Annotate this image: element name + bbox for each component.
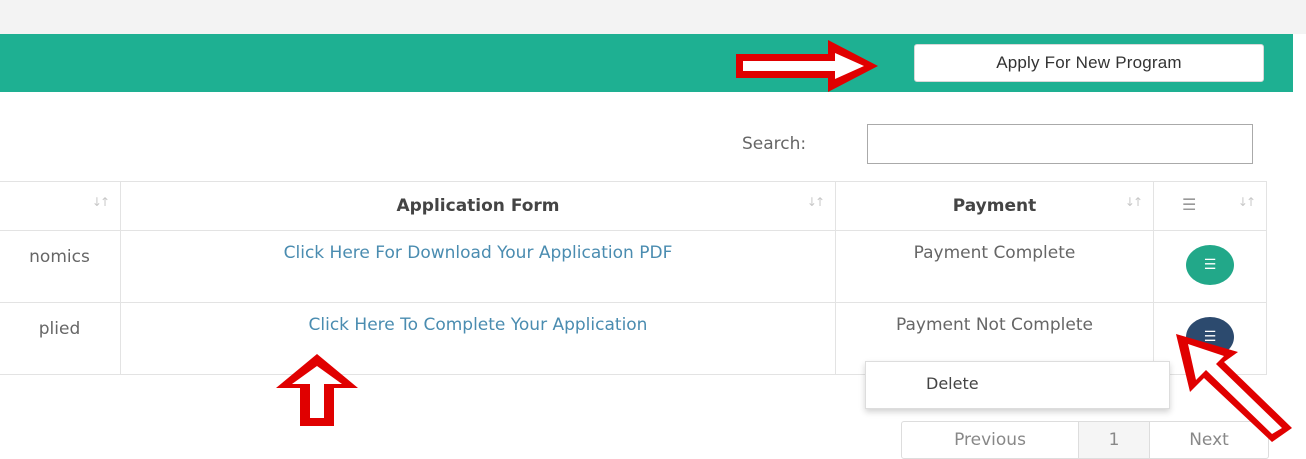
complete-application-link[interactable]: Click Here To Complete Your Application [121, 303, 835, 338]
program-name-cell: nomics [29, 247, 90, 267]
top-strip [0, 0, 1306, 34]
row-action-dropdown: Delete [865, 361, 1170, 409]
page-1-button[interactable]: 1 [1079, 422, 1150, 458]
search-input[interactable] [867, 124, 1253, 164]
column-header-name[interactable]: ↓↑ [0, 181, 121, 231]
sort-icon: ↓↑ [1237, 195, 1256, 209]
download-application-link[interactable]: Click Here For Download Your Application… [121, 231, 835, 266]
delete-menu-item[interactable]: Delete [926, 374, 979, 393]
sort-icon: ↓↑ [806, 195, 825, 209]
column-header-payment[interactable]: Payment ↓↑ [835, 181, 1154, 231]
payment-status: Payment Not Complete [896, 315, 1093, 335]
applications-table: ↓↑ Application Form ↓↑ Payment ↓↑ ☰ ↓↑ nomi… [0, 181, 1267, 375]
table-row: nomics Click Here For Download Your Appl… [0, 230, 1267, 303]
sort-icon: ↓↑ [91, 195, 110, 209]
program-name-cell: plied [38, 319, 81, 339]
payment-status: Payment Complete [913, 243, 1076, 263]
annotation-arrow-right-icon [736, 40, 878, 92]
annotation-arrow-up-icon [276, 354, 358, 426]
annotation-arrow-diagonal-icon [1176, 334, 1292, 442]
column-header-application-form[interactable]: Application Form ↓↑ [120, 181, 836, 231]
search-label: Search: [742, 134, 807, 154]
row-action-button[interactable]: ☰ [1186, 245, 1234, 285]
previous-page-button[interactable]: Previous [902, 422, 1079, 458]
list-icon: ☰ [1203, 257, 1217, 273]
sort-icon: ↓↑ [1124, 195, 1143, 209]
apply-new-program-button[interactable]: Apply For New Program [914, 44, 1264, 82]
column-header-actions[interactable]: ☰ ↓↑ [1153, 181, 1267, 231]
list-icon: ☰ [1182, 195, 1197, 214]
